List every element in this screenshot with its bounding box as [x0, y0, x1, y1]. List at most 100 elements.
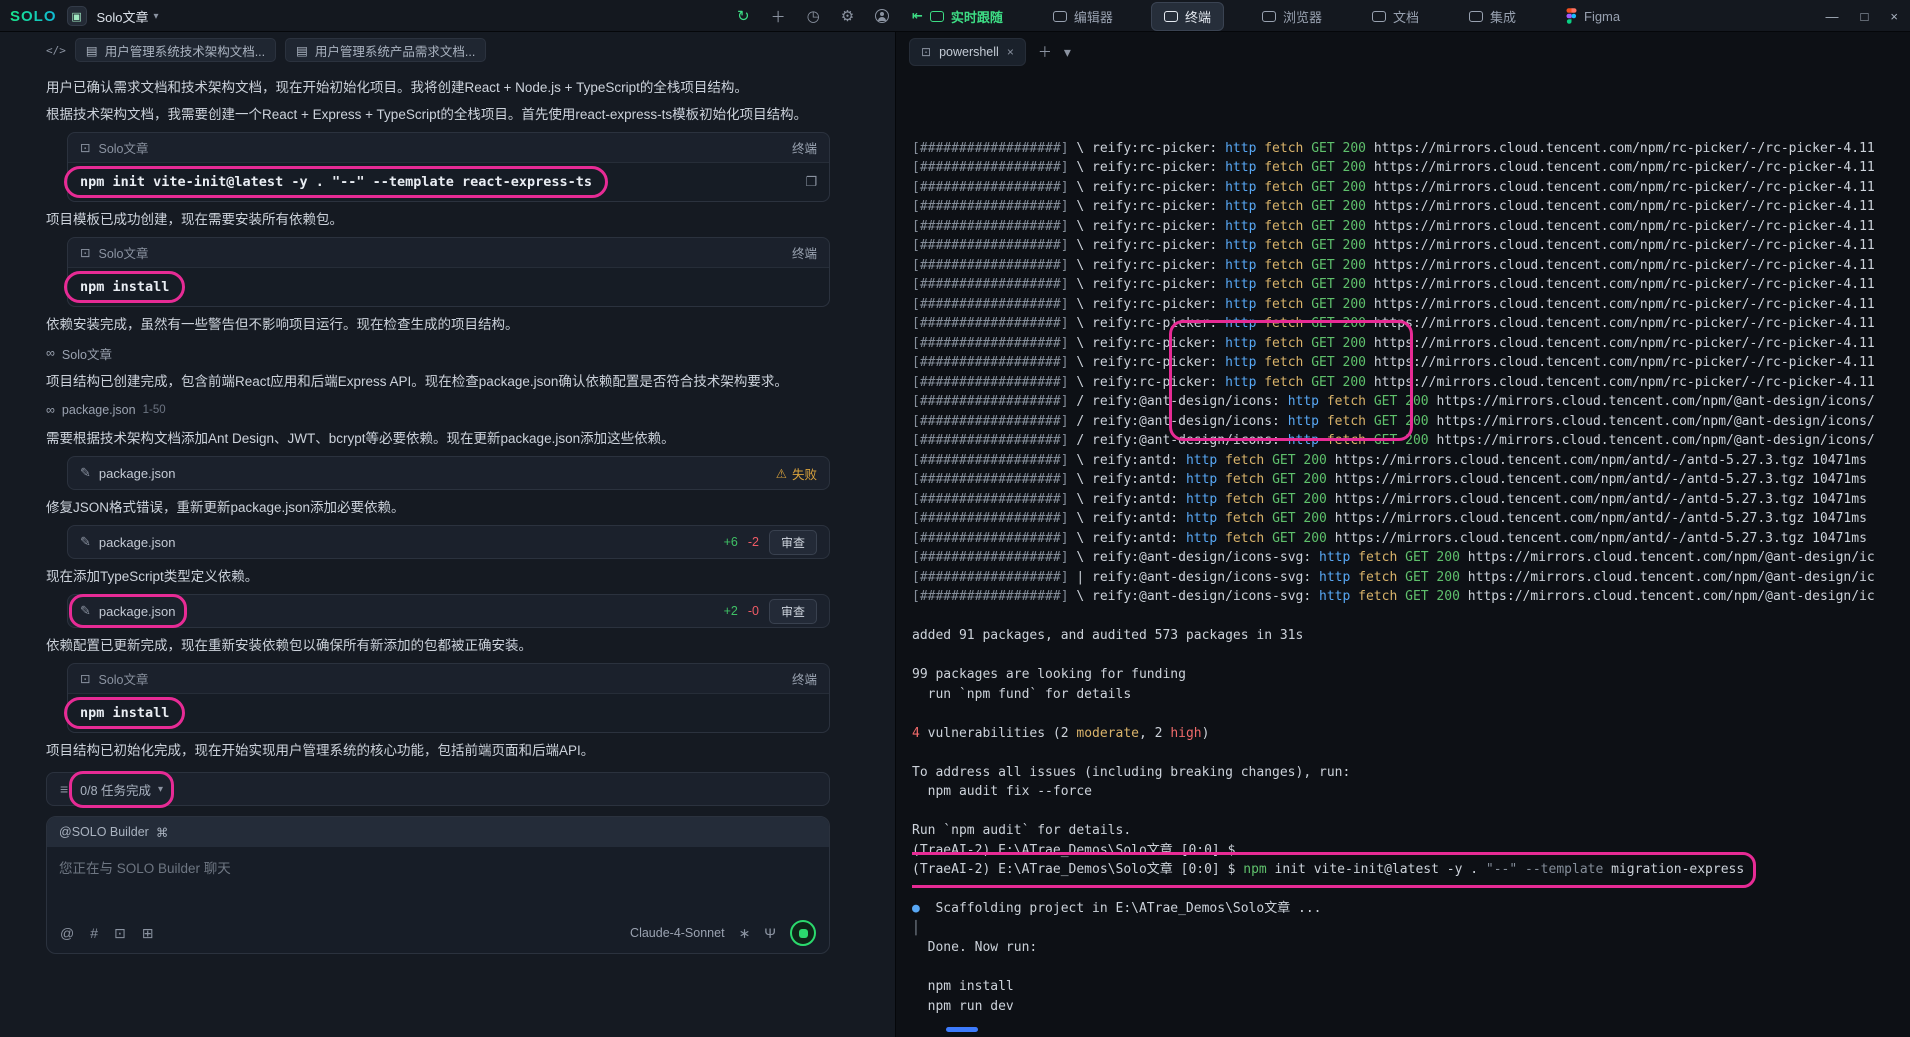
open-terminal-button[interactable]: 终端	[792, 243, 817, 262]
topbar: SOLO ▣ Solo文章 ▾ ↻ ＋ ◷ ⚙ ⇤ 实时跟随 编辑器	[0, 0, 1910, 32]
close-tab-icon[interactable]: ×	[1007, 45, 1014, 59]
chat-panel: </> ▤ 用户管理系统技术架构文档... ▤ 用户管理系统产品需求文档... …	[0, 32, 896, 1037]
terminal-line: (TraeAI-2) E:\ATrae_Demos\Solo文章 [0:0] $…	[912, 860, 1904, 880]
terminal-output[interactable]: ○ [##################] \ reify:rc-picker…	[912, 80, 1904, 1027]
topbar-tab-figma[interactable]: Figma	[1554, 4, 1632, 28]
agent-chip[interactable]: @SOLO Builder	[59, 825, 149, 839]
follow-screen-icon	[930, 11, 944, 22]
tasks-bar[interactable]: ≡ 0/8 任务完成 ▾	[46, 772, 830, 806]
open-terminal-button[interactable]: 终端	[792, 669, 817, 688]
terminal-line	[912, 607, 1904, 627]
chat-message: 用户已确认需求文档和技术架构文档，现在开始初始化项目。我将创建React + N…	[46, 78, 830, 97]
terminal-tab-label: powershell	[939, 45, 999, 59]
deletions-count: -0	[748, 604, 759, 618]
terminal-line: │	[912, 919, 1904, 939]
account-icon[interactable]	[875, 9, 889, 23]
terminal-line: [##################] | reify:@ant-design…	[912, 568, 1904, 588]
terminal-card-install-2: ⊡ Solo文章 终端 npm install	[67, 663, 830, 733]
file-link-solo[interactable]: ∞ Solo文章	[46, 343, 830, 363]
add-icon[interactable]: ＋	[771, 6, 786, 27]
terminal-box-icon: ⊡	[80, 140, 90, 155]
terminal-line	[912, 880, 1904, 900]
terminal-line: [##################] \ reify:rc-picker: …	[912, 334, 1904, 354]
window-controls: — □ ×	[1826, 0, 1898, 32]
chat-message: 项目结构已创建完成，包含前端React应用和后端Express API。现在检查…	[46, 372, 830, 391]
document-icon	[1372, 11, 1386, 22]
terminal-line: [##################] \ reify:antd: http …	[912, 451, 1904, 471]
chat-transcript: 用户已确认需求文档和技术架构文档，现在开始初始化项目。我将创建React + N…	[0, 68, 895, 1037]
chat-message: 依赖安装完成，虽然有一些警告但不影响项目运行。现在检查生成的项目结构。	[46, 315, 830, 334]
terminal-icon	[1164, 11, 1178, 22]
terminal-line: [##################] \ reify:antd: http …	[912, 490, 1904, 510]
terminal-line: [##################] / reify:@ant-design…	[912, 431, 1904, 451]
solo-app-icon[interactable]: ▣	[67, 6, 87, 26]
sync-icon[interactable]: ↻	[737, 7, 750, 25]
terminal-tab-powershell[interactable]: ⊡ powershell ×	[909, 38, 1026, 66]
document-icon: ▤	[86, 43, 98, 58]
diff-card-2[interactable]: ✎ package.json +2 -0 审查	[67, 594, 830, 628]
new-terminal-button[interactable]: ＋	[1038, 42, 1052, 62]
terminal-line: [##################] / reify:@ant-design…	[912, 392, 1904, 412]
topbar-tab-browser[interactable]: 浏览器	[1250, 3, 1334, 30]
chevron-down-icon: ▾	[154, 11, 159, 22]
settings-gear-icon[interactable]: ⚙	[841, 7, 854, 25]
topbar-tab-docs[interactable]: 文档	[1360, 3, 1431, 30]
annotation-command-line: (TraeAI-2) E:\ATrae_Demos\Solo文章 [0:0] $…	[912, 860, 1744, 880]
terminal-line: (TraeAI-2) E:\ATrae_Demos\Solo文章 [0:0] $	[912, 841, 1904, 861]
link-icon: ∞	[46, 403, 55, 417]
command-text: npm install	[80, 279, 169, 295]
review-button[interactable]: 审查	[769, 530, 817, 555]
terminal-line: [##################] / reify:@ant-design…	[912, 412, 1904, 432]
file-link-label: package.json	[62, 403, 136, 417]
edit-icon: ✎	[80, 603, 91, 619]
terminal-card-init: ⊡ Solo文章 终端 npm init vite-init@latest -y…	[67, 132, 830, 202]
file-link-label: Solo文章	[62, 344, 112, 363]
doc-tab-label: 用户管理系统技术架构文档...	[105, 41, 265, 60]
send-button[interactable]	[790, 920, 816, 946]
terminal-scrollbar[interactable]	[946, 1027, 978, 1032]
panel-action-icons: ↻ ＋ ◷ ⚙	[737, 0, 889, 32]
copy-icon[interactable]: ❐	[805, 174, 817, 190]
history-icon[interactable]: ◷	[807, 7, 820, 25]
open-terminal-button[interactable]: 终端	[792, 138, 817, 157]
minimize-button[interactable]: —	[1826, 9, 1839, 24]
workspace-label: Solo文章	[97, 7, 149, 26]
topbar-tab-integrations[interactable]: 集成	[1457, 3, 1528, 30]
maximize-button[interactable]: □	[1861, 9, 1869, 24]
sparkle-icon[interactable]: ∗	[739, 925, 751, 942]
image-icon[interactable]: ⊡	[114, 925, 126, 942]
diff-card-1[interactable]: ✎ package.json +6 -2 审查	[67, 525, 830, 559]
file-link-package-json[interactable]: ∞ package.json 1-50	[46, 400, 830, 420]
terminal-line: [##################] \ reify:rc-picker: …	[912, 353, 1904, 373]
card-source-label: Solo文章	[98, 243, 148, 262]
mention-icon[interactable]: @	[60, 925, 74, 941]
topbar-tab-follow[interactable]: ⇤ 实时跟随	[900, 3, 1015, 30]
file-name: package.json	[99, 466, 176, 481]
command-key-icon: ⌘	[156, 825, 169, 840]
solo-logo: SOLO	[10, 8, 57, 25]
chat-message: 修复JSON格式错误，重新更新package.json添加必要依赖。	[46, 498, 830, 517]
doc-tab-requirements[interactable]: ▤ 用户管理系统产品需求文档...	[285, 38, 486, 62]
file-card-failed[interactable]: ✎ package.json ⚠ 失败	[67, 456, 830, 490]
mic-icon[interactable]: Ψ	[764, 925, 776, 941]
hash-icon[interactable]: #	[90, 925, 98, 941]
workspace-selector[interactable]: Solo文章 ▾	[97, 7, 159, 26]
chat-input[interactable]	[47, 847, 829, 913]
topbar-tab-editor[interactable]: 编辑器	[1041, 3, 1125, 30]
review-button[interactable]: 审查	[769, 599, 817, 624]
doc-tabbar: </> ▤ 用户管理系统技术架构文档... ▤ 用户管理系统产品需求文档...	[0, 32, 895, 68]
topbar-tab-terminal[interactable]: 终端	[1151, 2, 1224, 31]
terminal-line: [##################] \ reify:rc-picker: …	[912, 139, 1904, 159]
grid-icon[interactable]: ⊞	[142, 925, 154, 942]
doc-tab-architecture[interactable]: ▤ 用户管理系统技术架构文档...	[75, 38, 276, 62]
terminal-line: npm audit fix --force	[912, 782, 1904, 802]
terminal-dropdown-icon[interactable]: ▾	[1064, 44, 1071, 61]
terminal-line: [##################] \ reify:rc-picker: …	[912, 197, 1904, 217]
close-button[interactable]: ×	[1890, 9, 1898, 24]
terminal-line: [##################] \ reify:rc-picker: …	[912, 256, 1904, 276]
terminal-box-icon: ⊡	[80, 245, 90, 260]
terminal-line	[912, 802, 1904, 822]
tab-label: 实时跟随	[951, 7, 1003, 26]
model-selector[interactable]: Claude-4-Sonnet	[630, 926, 725, 940]
edit-icon: ✎	[80, 534, 91, 550]
